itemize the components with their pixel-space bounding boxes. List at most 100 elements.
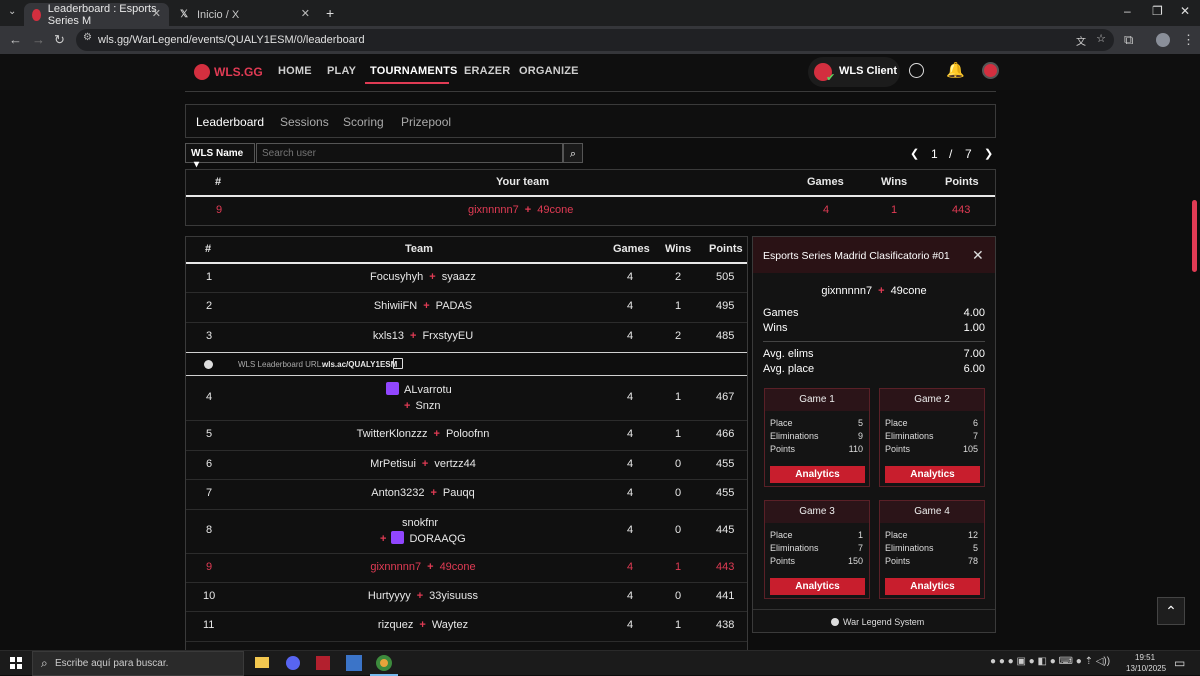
site-info-icon[interactable]: ⚙ xyxy=(83,32,92,43)
nav-home[interactable]: HOME xyxy=(278,65,312,77)
analytics-button[interactable]: Analytics xyxy=(770,466,865,483)
team-players[interactable]: snokfnr + DORAAQG xyxy=(380,515,466,547)
tab-list-chevron-icon[interactable]: ⌄ xyxy=(8,6,16,17)
bookmark-star-icon[interactable]: ☆ xyxy=(1096,32,1106,45)
translate-icon[interactable]: 文 xyxy=(1076,33,1086,48)
site-logo[interactable]: WLS.GG xyxy=(214,65,263,79)
close-icon[interactable]: ✕ xyxy=(301,7,310,20)
new-tab-button[interactable]: + xyxy=(326,5,334,21)
your-team-games: 4 xyxy=(823,204,830,216)
tab-scoring[interactable]: Scoring xyxy=(343,115,384,129)
player-name[interactable]: TwitterKlonzzz xyxy=(357,428,428,440)
team-players[interactable]: gixnnnnn7 +49cone xyxy=(287,561,559,573)
player-name[interactable]: Hurtyyyy xyxy=(368,590,411,602)
team-players[interactable]: ShiwiiFN + PADAS xyxy=(287,300,559,312)
search-button[interactable]: ⌕ xyxy=(563,143,583,163)
nav-erazer[interactable]: ERAZER xyxy=(464,65,510,77)
maximize-icon[interactable]: ❐ xyxy=(1152,4,1163,18)
forward-icon[interactable]: → xyxy=(32,32,45,47)
team-players[interactable]: ALvarrotu + Snzn xyxy=(386,382,452,414)
close-icon[interactable]: ✕ xyxy=(152,7,161,20)
scroll-to-top-button[interactable]: ⌃ xyxy=(1157,597,1185,625)
player-name[interactable]: syaazz xyxy=(442,271,476,283)
elims-value: 5 xyxy=(972,543,978,553)
app-icon[interactable] xyxy=(316,656,330,670)
player-name[interactable]: vertzz44 xyxy=(434,458,476,470)
player-name[interactable]: Pauqq xyxy=(443,487,475,499)
prev-page-icon[interactable]: ❮ xyxy=(910,147,919,160)
player-name[interactable]: Focusyhyh xyxy=(370,271,423,283)
url-row-value[interactable]: wls.ac/QUALY1ESM xyxy=(322,360,397,369)
clock-date[interactable]: 13/10/2025 xyxy=(1126,664,1166,673)
copy-icon[interactable] xyxy=(393,358,403,369)
player-name[interactable]: DORAAQG xyxy=(409,533,465,545)
notification-center-icon[interactable]: ▭ xyxy=(1174,656,1185,670)
player-name[interactable]: gixnnnnn7 xyxy=(468,204,519,216)
facebook-icon[interactable] xyxy=(346,655,362,671)
player-name[interactable]: 49cone xyxy=(537,204,573,216)
game-card: Game 2 Place 6 Eliminations 7 Points 105… xyxy=(879,388,985,487)
file-explorer-icon[interactable] xyxy=(255,657,269,668)
taskbar-search[interactable]: ⌕ Escribe aquí para buscar. xyxy=(32,651,244,676)
tab-sessions[interactable]: Sessions xyxy=(280,115,329,129)
notifications-bell-icon[interactable]: 🔔 xyxy=(946,61,965,79)
player-name[interactable]: ShiwiiFN xyxy=(374,300,417,312)
player-name[interactable]: Snzn xyxy=(415,400,440,412)
tab-x[interactable]: 𝕏 Inicio / X ✕ xyxy=(170,3,318,26)
tab-prizepool[interactable]: Prizepool xyxy=(401,115,451,129)
language-globe-icon[interactable] xyxy=(909,63,924,78)
team-players[interactable]: Anton3232 + Pauqq xyxy=(287,487,559,499)
team-players[interactable]: Hurtyyyy +33yisuuss xyxy=(287,590,559,602)
player-name[interactable]: Poloofnn xyxy=(446,428,489,440)
player-name[interactable]: PADAS xyxy=(436,300,472,312)
player-name[interactable]: rizquez xyxy=(378,619,413,631)
analytics-button[interactable]: Analytics xyxy=(770,578,865,595)
minimize-icon[interactable]: – xyxy=(1124,4,1131,18)
team-players[interactable]: kxls13 + FrxstyyEU xyxy=(287,330,559,342)
player-name[interactable]: kxls13 xyxy=(373,330,404,342)
footer-logo-icon xyxy=(831,618,839,626)
reload-icon[interactable]: ↻ xyxy=(54,32,65,48)
analytics-button[interactable]: Analytics xyxy=(885,466,980,483)
player-name[interactable]: Anton3232 xyxy=(371,487,424,499)
back-icon[interactable]: ← xyxy=(9,32,22,47)
team-players[interactable]: Focusyhyh + syaazz xyxy=(287,271,559,283)
tab-leaderboard[interactable]: Leaderboard : Esports Series M ✕ xyxy=(24,3,169,27)
profile-avatar[interactable] xyxy=(1156,33,1170,47)
tab-leaderboard-sub[interactable]: Leaderboard xyxy=(196,115,264,129)
window-close-icon[interactable]: ✕ xyxy=(1180,4,1190,18)
nav-tournaments[interactable]: TOURNAMENTS xyxy=(370,65,458,77)
panel-close-icon[interactable]: ✕ xyxy=(972,247,984,264)
player-name[interactable]: MrPetisui xyxy=(370,458,416,470)
address-bar[interactable]: ⚙ wls.gg/WarLegend/events/QUALY1ESM/0/le… xyxy=(76,29,1114,51)
clock-time[interactable]: 19:51 xyxy=(1135,653,1155,662)
team-players[interactable]: rizquez + Waytez xyxy=(287,619,559,631)
analytics-button[interactable]: Analytics xyxy=(885,578,980,595)
player-name[interactable]: 49cone xyxy=(440,561,476,573)
player-name[interactable]: snokfnr xyxy=(402,517,438,529)
nav-organize[interactable]: ORGANIZE xyxy=(519,65,579,77)
team-players[interactable]: MrPetisui + vertzz44 xyxy=(287,458,559,470)
scrollbar-thumb[interactable] xyxy=(1192,200,1197,272)
player-name[interactable]: Waytez xyxy=(432,619,468,631)
team-players[interactable]: TwitterKlonzzz + Poloofnn xyxy=(287,428,559,440)
search-user-input[interactable] xyxy=(256,143,563,163)
wls-client-button[interactable]: ✔ WLS Client xyxy=(808,57,900,87)
user-avatar[interactable] xyxy=(982,62,999,79)
chrome-icon[interactable] xyxy=(376,655,392,671)
extensions-icon[interactable]: ⧉ xyxy=(1124,32,1133,48)
nav-play[interactable]: PLAY xyxy=(327,65,356,77)
player-name[interactable]: gixnnnnn7 xyxy=(370,561,421,573)
player-name[interactable]: FrxstyyEU xyxy=(422,330,473,342)
wls-logo-icon[interactable] xyxy=(194,64,210,80)
row-divider xyxy=(186,479,747,480)
player-name[interactable]: ALvarrotu xyxy=(404,384,452,396)
system-tray-icons[interactable]: ● ● ● ▣ ● ◧ ● ⌨ ● ⇡ ◁)) xyxy=(990,656,1110,667)
menu-icon[interactable]: ⋮ xyxy=(1182,32,1195,48)
windows-start-icon[interactable] xyxy=(10,657,22,669)
player-name[interactable]: 33yisuuss xyxy=(429,590,478,602)
next-page-icon[interactable]: ❯ xyxy=(984,147,993,160)
discord-icon[interactable] xyxy=(286,656,300,670)
wls-name-select[interactable]: WLS Name ▾ xyxy=(185,143,255,170)
your-team-players[interactable]: gixnnnnn7 +49cone xyxy=(468,204,573,216)
